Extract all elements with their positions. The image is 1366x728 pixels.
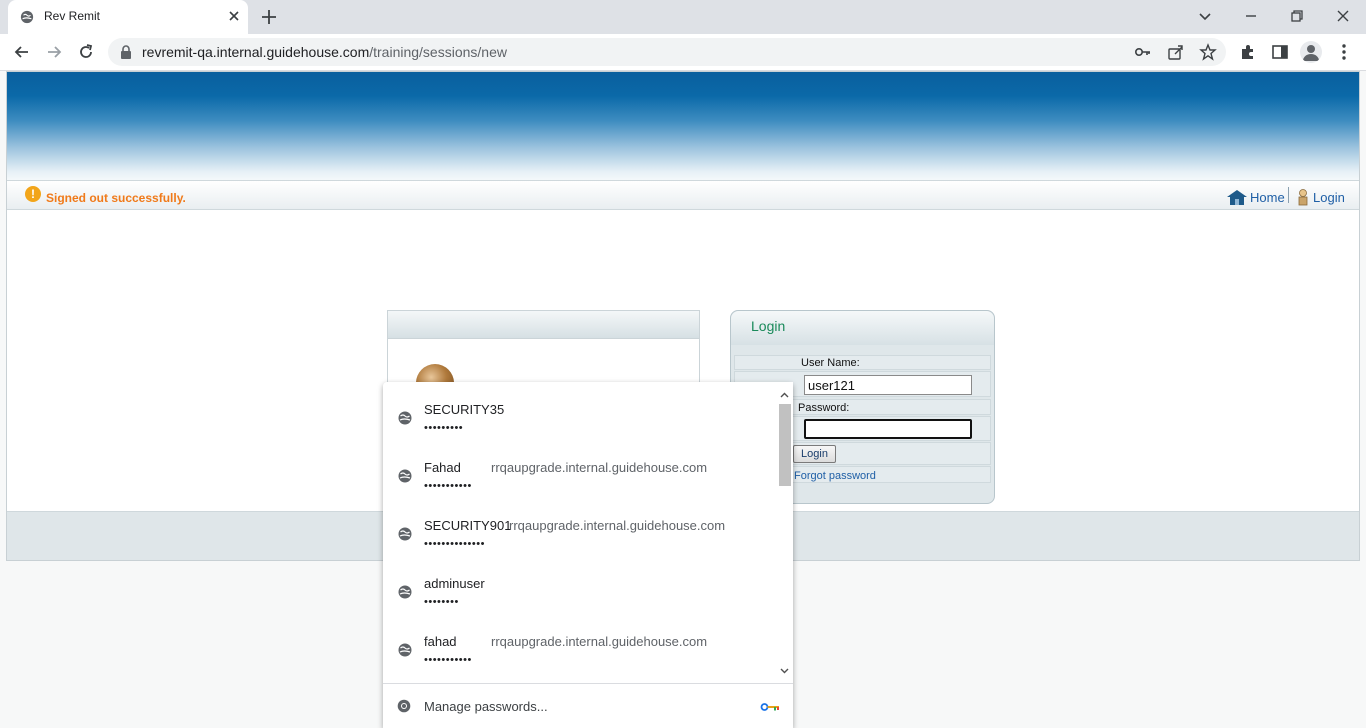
login-button[interactable]: Login — [793, 445, 836, 463]
username-input[interactable] — [804, 375, 972, 395]
new-tab-icon[interactable] — [260, 8, 278, 26]
saved-username: adminuser — [424, 576, 485, 591]
password-input[interactable] — [804, 419, 972, 439]
scrollbar-thumb[interactable] — [779, 404, 791, 486]
globe-icon — [20, 10, 34, 24]
globe-icon — [398, 643, 412, 657]
user-key-icon — [1298, 189, 1308, 206]
link-separator — [1288, 187, 1289, 203]
password-key-icon — [760, 703, 779, 711]
manage-passwords-item[interactable]: Manage passwords... — [383, 684, 793, 728]
password-autofill-dropdown: SECURITY35 ••••••••• Fahad rrqaupgrade.i… — [383, 382, 793, 728]
bookmark-star-icon[interactable] — [1199, 43, 1217, 61]
saved-password-item[interactable]: fahad rrqaupgrade.internal.guidehouse.co… — [383, 618, 776, 676]
warning-icon: ! — [25, 186, 41, 202]
saved-password-mask: ••••••••• — [424, 422, 464, 434]
manage-passwords-label: Manage passwords... — [424, 699, 548, 714]
url-text: revremit-qa.internal.guidehouse.com/trai… — [142, 44, 507, 60]
globe-icon — [398, 411, 412, 425]
saved-password-mask: ••••••••••• — [424, 654, 472, 666]
forward-icon[interactable] — [44, 42, 64, 62]
saved-site: rrqaupgrade.internal.guidehouse.com — [491, 634, 708, 649]
address-bar[interactable]: revremit-qa.internal.guidehouse.com/trai… — [108, 38, 1226, 66]
restore-icon[interactable] — [1288, 7, 1306, 25]
globe-icon — [398, 585, 412, 599]
saved-password-item[interactable]: adminuser •••••••• — [383, 560, 776, 618]
info-panel-header — [388, 311, 699, 339]
globe-icon — [398, 527, 412, 541]
home-icon — [1227, 190, 1247, 205]
side-panel-icon[interactable] — [1270, 42, 1290, 62]
saved-username: fahad — [424, 634, 457, 649]
minimize-icon[interactable] — [1242, 7, 1260, 25]
share-icon[interactable] — [1167, 43, 1185, 61]
chrome-icon — [397, 699, 411, 713]
saved-username: SECURITY35 — [424, 402, 505, 417]
menu-kebab-icon[interactable] — [1334, 42, 1354, 62]
password-label: Password: — [798, 402, 850, 414]
scroll-down-icon[interactable] — [779, 665, 790, 676]
tab-strip: Rev Remit — [0, 0, 1366, 34]
saved-username: SECURITY901 — [424, 518, 512, 533]
message-bar: ! Signed out successfully. Home Login — [7, 180, 1359, 210]
username-label-row: User Name: — [734, 355, 991, 370]
saved-password-item[interactable]: SECURITY35 ••••••••• — [383, 386, 776, 444]
reload-icon[interactable] — [76, 42, 96, 62]
globe-icon — [398, 469, 412, 483]
close-window-icon[interactable] — [1334, 7, 1352, 25]
person-icon — [1303, 45, 1319, 61]
tab-search-icon[interactable] — [1196, 7, 1214, 25]
key-icon[interactable] — [1134, 43, 1152, 61]
dropdown-scrollbar[interactable] — [776, 382, 793, 682]
forgot-password-link[interactable]: Forgot password — [794, 470, 876, 482]
saved-password-mask: ••••••••••• — [424, 480, 472, 492]
username-label: User Name: — [801, 357, 860, 369]
browser-toolbar: revremit-qa.internal.guidehouse.com/trai… — [0, 34, 1366, 71]
header-banner — [7, 72, 1359, 180]
extensions-icon[interactable] — [1238, 42, 1258, 62]
saved-password-item[interactable]: SECURITY901 rrqaupgrade.internal.guideho… — [383, 502, 776, 560]
login-title: Login — [751, 318, 786, 334]
saved-site: rrqaupgrade.internal.guidehouse.com — [509, 518, 726, 533]
saved-password-mask: •••••••• — [424, 596, 459, 608]
tab-title: Rev Remit — [44, 9, 101, 23]
login-panel-header: Login — [731, 311, 994, 345]
lock-icon[interactable] — [120, 45, 132, 59]
close-tab-icon[interactable] — [226, 8, 242, 24]
back-icon[interactable] — [12, 42, 32, 62]
saved-password-item[interactable]: Fahad rrqaupgrade.internal.guidehouse.co… — [383, 444, 776, 502]
scroll-up-icon[interactable] — [779, 390, 790, 401]
saved-password-mask: •••••••••••••• — [424, 538, 485, 550]
saved-username: Fahad — [424, 460, 461, 475]
flash-message: Signed out successfully. — [46, 191, 186, 205]
browser-tab[interactable]: Rev Remit — [8, 0, 248, 34]
profile-avatar[interactable] — [1300, 41, 1322, 63]
saved-site: rrqaupgrade.internal.guidehouse.com — [491, 460, 708, 475]
